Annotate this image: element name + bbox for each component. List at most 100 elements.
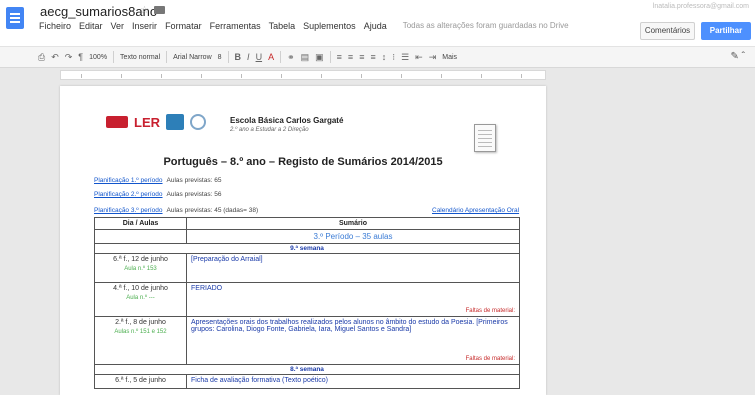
table-header-row: Dia / Aulas Sumário [94, 217, 520, 230]
ler-logo: LER [134, 114, 160, 130]
text-color-icon[interactable]: A [268, 52, 274, 62]
day-cell: 2.ª f., 8 de junho Aulas n.º 151 e 152 [94, 316, 187, 365]
share-label: Partilhar [709, 26, 743, 35]
underline-icon[interactable]: U [256, 52, 263, 62]
books-logo [166, 114, 184, 130]
day-text: 4.ª f., 10 de junho [113, 285, 168, 292]
editing-mode-icon[interactable]: ✎ ˆ [731, 51, 746, 62]
document-thumbnail-icon [474, 124, 496, 152]
align-right-icon[interactable]: ≡ [359, 52, 364, 62]
plan-line: Planificação 1.º período Aulas previstas:… [94, 177, 221, 184]
align-center-icon[interactable]: ≡ [348, 52, 353, 62]
link-icon[interactable]: ⚭ [287, 52, 295, 63]
table-row: 4.ª f., 10 de junho Aula n.º --- FERIADO… [94, 282, 520, 317]
comments-button[interactable]: Comentários [640, 22, 695, 40]
calendar-link[interactable]: Calendário Apresentação Oral [432, 207, 519, 214]
title-bar: aecg_sumarios8ano ☆ Ficheiro Editar Ver … [0, 0, 755, 46]
save-status[interactable]: Todas as alterações foram guardadas no D… [403, 21, 569, 31]
aula-number: Aula n.º --- [126, 295, 155, 301]
day-cell: 4.ª f., 10 de junho Aula n.º --- [94, 282, 187, 317]
toolbar-divider [329, 51, 331, 63]
summary-cell: Ficha de avaliação formativa (Texto poét… [186, 374, 520, 389]
share-button[interactable]: Partilhar [701, 22, 751, 40]
period-empty-cell [94, 229, 187, 244]
menu-item-ver[interactable]: Ver [111, 21, 125, 31]
comment-icon[interactable]: ▤ [301, 52, 310, 63]
page-title: Português – 8.º ano – Registo de Sumário… [163, 156, 443, 168]
day-text: 6.ª f., 12 de junho [113, 256, 168, 263]
period-row: 3.º Período – 35 aulas [94, 229, 520, 244]
line-spacing-icon[interactable]: ↕ [382, 52, 387, 62]
numbered-list-icon[interactable]: ⁝ [392, 52, 395, 63]
folder-icon[interactable] [154, 6, 165, 14]
more-menu[interactable]: Mais [442, 54, 457, 61]
menu-item-suplementos[interactable]: Suplementos [303, 21, 356, 31]
redo-icon[interactable]: ↷ [65, 52, 73, 63]
docs-app: aecg_sumarios8ano ☆ Ficheiro Editar Ver … [0, 0, 755, 395]
align-justify-icon[interactable]: ≡ [370, 52, 375, 62]
plan-link[interactable]: Planificação 1.º período [94, 177, 163, 184]
header-day: Dia / Aulas [94, 217, 187, 230]
summary-text: Apresentações orais dos trabalhos realiz… [191, 319, 508, 333]
plan-text: Aulas previstas: 65 [166, 177, 222, 184]
school-subtitle: 2.º ano a Estudar a 2 Direção [230, 127, 309, 133]
style-select[interactable]: Texto normal [120, 54, 160, 61]
menu-item-ferramentas[interactable]: Ferramentas [210, 21, 261, 31]
print-icon[interactable]: ⎙ [38, 52, 45, 63]
decrease-indent-icon[interactable]: ⇤ [415, 52, 423, 63]
aula-number: Aulas n.º 151 e 152 [114, 329, 167, 335]
logo-strip: LER [106, 114, 206, 130]
portugal-logo [106, 116, 128, 128]
paint-format-icon[interactable]: ¶ [78, 52, 83, 62]
summary-table: Dia / Aulas Sumário 3.º Período – 35 aul… [94, 217, 520, 389]
menu-item-editar[interactable]: Editar [79, 21, 103, 31]
zoom-select[interactable]: 100% [89, 54, 107, 61]
font-select[interactable]: Arial Narrow [173, 54, 212, 61]
increase-indent-icon[interactable]: ⇥ [429, 52, 437, 63]
aula-number: Aula n.º 153 [124, 266, 157, 272]
undo-icon[interactable]: ↶ [51, 52, 59, 63]
bold-icon[interactable]: B [235, 52, 242, 62]
header-summary: Sumário [186, 217, 520, 230]
docs-logo-icon[interactable] [6, 7, 24, 29]
formatting-toolbar: ⎙ ↶ ↷ ¶ 100% Texto normal Arial Narrow 8… [0, 46, 755, 68]
missing-material-note: Faltas de material: [465, 308, 515, 314]
menu-bar: Ficheiro Editar Ver Inserir Formatar Fer… [39, 21, 569, 31]
menu-item-tabela[interactable]: Tabela [269, 21, 296, 31]
summary-text: Ficha de avaliação formativa (Texto poét… [191, 377, 328, 384]
plan-link[interactable]: Planificação 2.º período [94, 191, 163, 198]
bulleted-list-icon[interactable]: ☰ [401, 52, 409, 63]
font-size-select[interactable]: 8 [218, 54, 222, 61]
menu-item-formatar[interactable]: Formatar [165, 21, 202, 31]
image-icon[interactable]: ▣ [315, 52, 324, 63]
document-page[interactable]: LER Escola Básica Carlos Gargaté 2.º ano… [60, 86, 546, 395]
missing-material-note: Faltas de material: [465, 356, 515, 362]
align-left-icon[interactable]: ≡ [337, 52, 342, 62]
school-name: Escola Básica Carlos Gargaté [230, 116, 344, 125]
plan-link[interactable]: Planificação 3.º período [94, 207, 163, 214]
italic-icon[interactable]: I [247, 52, 250, 62]
summary-text: FERIADO [191, 285, 223, 292]
table-row: 2.ª f., 8 de junho Aulas n.º 151 e 152 A… [94, 316, 520, 365]
star-icon[interactable]: ☆ [140, 5, 149, 16]
summary-text: [Preparação do Arraial] [191, 256, 263, 263]
plan-text: Aulas previstas: 45 (dadas= 38) [166, 207, 259, 214]
table-row: 6.ª f., 12 de junho Aula n.º 153 [Prepar… [94, 253, 520, 283]
week-label: 9.ª semana [94, 243, 520, 254]
period-label: 3.º Período – 35 aulas [186, 229, 520, 244]
plan-text: Aulas previstas: 56 [166, 191, 222, 198]
ruler[interactable] [60, 70, 546, 80]
table-row: 6.ª f., 5 de junho Ficha de avaliação fo… [94, 374, 520, 389]
toolbar-divider [166, 51, 168, 63]
menu-item-inserir[interactable]: Inserir [132, 21, 157, 31]
toolbar-divider [113, 51, 115, 63]
circle-logo [190, 114, 206, 130]
menu-item-ficheiro[interactable]: Ficheiro [39, 21, 71, 31]
plan-line: Planificação 2.º período Aulas previstas:… [94, 191, 221, 198]
toolbar-divider [227, 51, 229, 63]
user-email[interactable]: lnatalia.professora@gmail.com [653, 3, 749, 10]
week-label: 8.ª semana [94, 364, 520, 375]
menu-item-ajuda[interactable]: Ajuda [364, 21, 387, 31]
summary-cell: Apresentações orais dos trabalhos realiz… [186, 316, 520, 365]
summary-cell: FERIADO Faltas de material: [186, 282, 520, 317]
